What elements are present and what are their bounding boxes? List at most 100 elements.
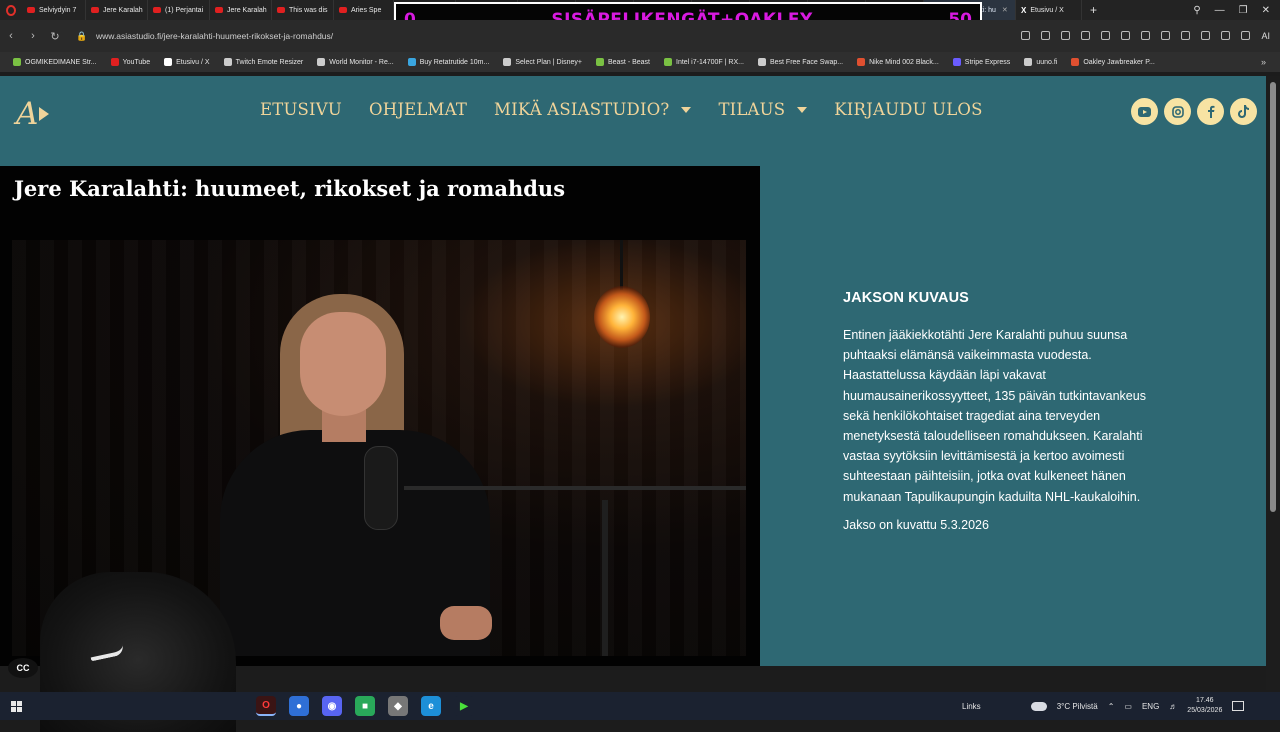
tray-chevron-icon[interactable]: ⌃ (1108, 702, 1115, 711)
lock-icon[interactable]: 🔒 (76, 31, 90, 42)
discord-icon[interactable]: ◉ (322, 696, 342, 716)
chevron-down-icon (797, 106, 808, 113)
description-heading: JAKSON KUVAUS (843, 290, 969, 306)
browser-tab[interactable]: X Etusivu / X (1016, 0, 1082, 20)
menu-icon[interactable] (1181, 31, 1191, 40)
volume-icon[interactable]: ♬ (1169, 702, 1177, 711)
opera-menu-icon[interactable] (0, 0, 22, 20)
facebook-icon[interactable] (1197, 98, 1224, 125)
asiastudio-logo[interactable]: A (16, 94, 56, 134)
nav-item-label: MIKÄ ASIASTUDIO? (494, 100, 670, 119)
browser-tab[interactable]: Jere Karalah (210, 0, 272, 20)
edit-icon[interactable] (1021, 31, 1031, 40)
opera-icon[interactable]: O (256, 696, 276, 716)
minimize-icon[interactable]: — (1215, 5, 1225, 16)
nav-item[interactable]: MIKÄ ASIASTUDIO? (494, 100, 692, 119)
bookmark-label: Stripe Express (964, 58, 1011, 66)
notifications-icon[interactable] (1232, 701, 1245, 711)
description-text: Entinen jääkiekkotähti Jere Karalahti pu… (843, 328, 1146, 504)
mic-boom-arm (404, 486, 746, 490)
bookmark-label: Twitch Emote Resizer (235, 58, 304, 66)
app-shield-icon[interactable]: ◆ (388, 696, 408, 716)
bookmarks-more-icon[interactable]: » (1261, 57, 1280, 67)
back-icon[interactable]: ‹ (0, 30, 22, 42)
bookmark-item[interactable]: Beast - Beast (589, 58, 657, 66)
bookmark-item[interactable]: World Monitor - Re... (310, 58, 400, 66)
page-scrollbar[interactable] (1266, 76, 1280, 690)
forward-icon[interactable]: › (22, 30, 44, 42)
nav-item[interactable]: OHJELMAT (369, 100, 467, 119)
bookmark-item[interactable]: Best Free Face Swap... (751, 58, 850, 66)
shield-icon[interactable] (1101, 31, 1111, 40)
nav-item-label: OHJELMAT (369, 100, 468, 119)
network-icon[interactable]: ▭ (1124, 702, 1132, 711)
bookmark-item[interactable]: YouTube (104, 58, 158, 66)
youtube-icon (27, 7, 35, 13)
bookmark-item[interactable]: uuno.fi (1017, 58, 1064, 66)
play-icon[interactable] (1121, 31, 1131, 40)
close-tab-icon[interactable]: ✕ (1002, 6, 1008, 14)
nav-item[interactable]: TILAUS (718, 100, 808, 119)
ai-button[interactable]: AI (1261, 31, 1270, 41)
maximize-icon[interactable]: ❐ (1239, 5, 1248, 16)
tab-label: Selviydyin 7 (39, 6, 77, 14)
bookmark-item[interactable]: Oakley Jawbreaker P... (1064, 58, 1161, 66)
bookmark-item[interactable]: Nike Mind 002 Black... (850, 58, 946, 66)
tiktok-icon[interactable] (1230, 98, 1257, 125)
youtube-icon[interactable] (1131, 98, 1158, 125)
bookmark-favicon-icon (407, 58, 416, 66)
browser-tab[interactable]: Jere Karalah (86, 0, 148, 20)
close-window-icon[interactable]: ✕ (1262, 5, 1270, 16)
edge-icon[interactable]: e (421, 696, 441, 716)
language-indicator[interactable]: ENG (1142, 702, 1159, 711)
profile-icon[interactable] (1201, 31, 1211, 40)
search-tabs-icon[interactable]: ⚲ (1193, 5, 1200, 16)
app-green-icon[interactable]: ■ (355, 696, 375, 716)
bookmark-favicon-icon (164, 58, 173, 66)
clock-date: 25/03/2026 (1187, 707, 1223, 714)
nav-item[interactable]: KIRJAUDU ULOS (834, 100, 982, 119)
url-field[interactable]: www.asiastudio.fi/jere-karalahti-huumeet… (96, 31, 333, 41)
nav-item[interactable]: ETUSIVU (260, 100, 342, 119)
kick-icon[interactable]: ▶ (454, 696, 474, 716)
bookmark-item[interactable]: Intel i7-14700F | RX... (657, 58, 751, 66)
browser-tab[interactable]: Selviydyin 7 (22, 0, 86, 20)
instagram-icon[interactable] (1164, 98, 1191, 125)
weather-text[interactable]: 3°C Pilvistä (1057, 702, 1098, 711)
bookmark-item[interactable]: Select Plan | Disney+ (496, 58, 589, 66)
tab-label: (1) Perjantai (165, 6, 204, 14)
copilot-icon[interactable]: ● (289, 696, 309, 716)
start-icon[interactable] (0, 692, 32, 720)
heart-icon[interactable] (1141, 31, 1151, 40)
cube-icon[interactable] (1241, 31, 1251, 40)
bookmark-item[interactable]: Buy Retatrutide 10m... (401, 58, 497, 66)
captions-icon[interactable]: CC (8, 658, 38, 678)
bookmark-favicon-icon (223, 58, 232, 66)
bookmark-item[interactable]: Stripe Express (946, 58, 1018, 66)
download-icon[interactable] (1161, 31, 1171, 40)
address-bar-tools: AI (1021, 31, 1280, 41)
new-tab-icon[interactable]: + (1082, 3, 1105, 17)
light-bulb (594, 286, 650, 348)
bookmark-item[interactable]: Twitch Emote Resizer (217, 58, 311, 66)
browser-tab[interactable]: This was dis (272, 0, 334, 20)
camera-icon[interactable] (1081, 31, 1091, 40)
browser-tab[interactable]: Aries Spe (334, 0, 394, 20)
speaker-face (300, 312, 386, 416)
bookmark-label: YouTube (122, 58, 151, 66)
links-toolbar[interactable]: Links (962, 702, 981, 711)
weather-cloud-icon (1030, 701, 1047, 711)
bookmark-item[interactable]: Etusivu / X (157, 58, 216, 66)
snapshot-icon[interactable] (1061, 31, 1071, 40)
reader-icon[interactable] (1041, 31, 1051, 40)
bookmark-favicon-icon (664, 58, 672, 66)
browser-tab[interactable]: (1) Perjantai (148, 0, 210, 20)
extension-icon[interactable] (1221, 31, 1231, 40)
reload-icon[interactable]: ↻ (44, 30, 66, 43)
clock[interactable]: 17.46 25/03/2026 (1187, 696, 1222, 716)
mic-stand (602, 500, 608, 656)
window-controls: ⚲ — ❐ ✕ (1193, 5, 1280, 16)
bookmark-item[interactable]: OGMIKEDIMANE Str... (6, 58, 104, 66)
scrollbar-thumb[interactable] (1270, 82, 1276, 512)
bookmarks-bar: OGMIKEDIMANE Str... YouTube Etusivu / X Twi… (0, 52, 1280, 72)
